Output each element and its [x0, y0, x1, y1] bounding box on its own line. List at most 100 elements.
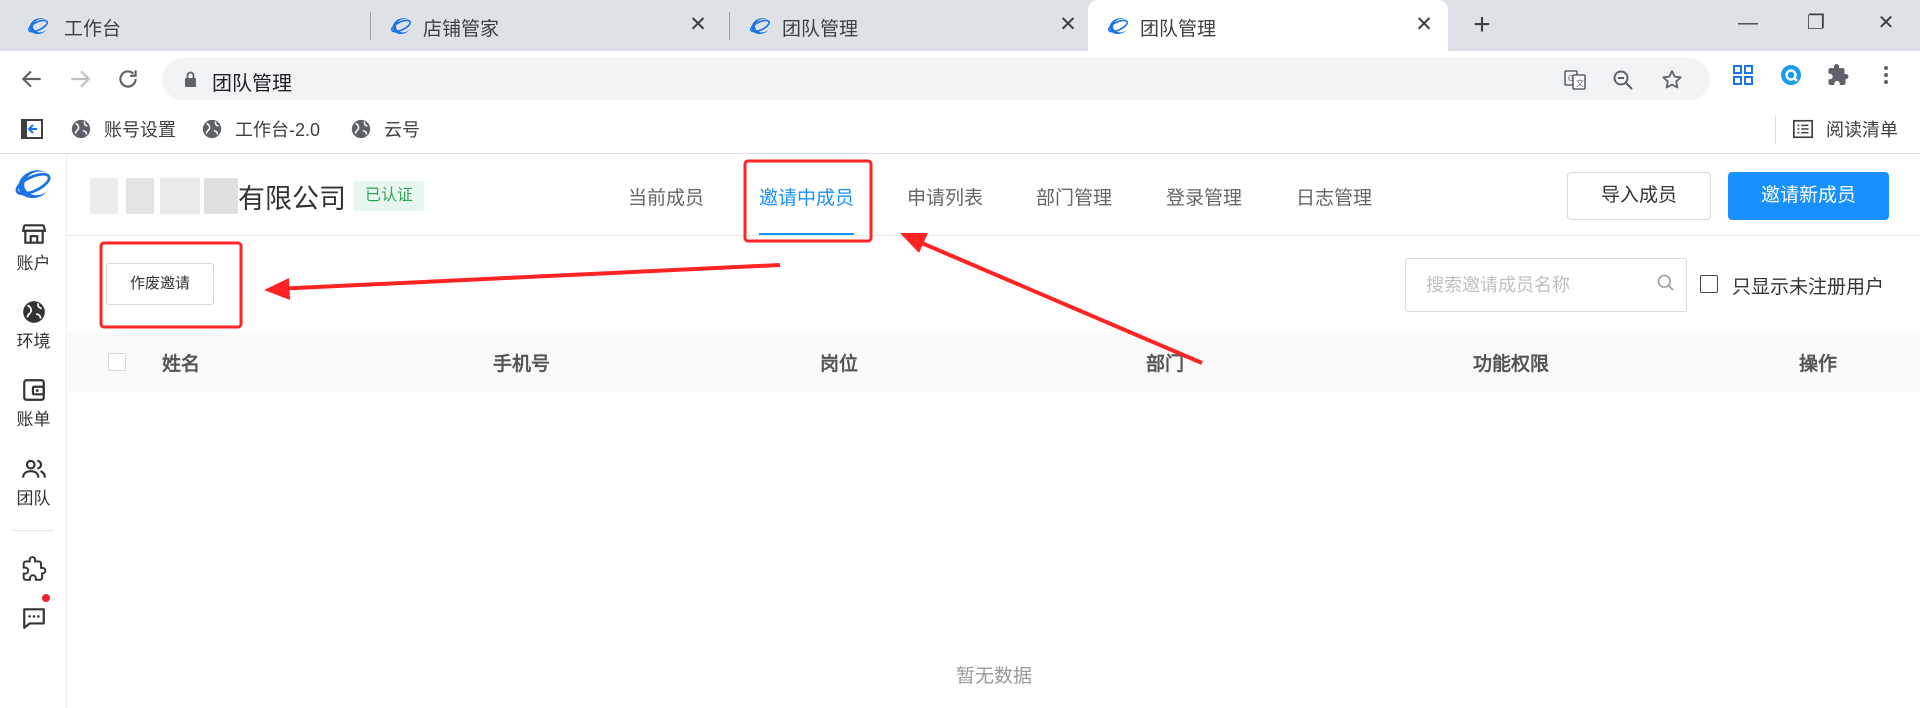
company-name: 有限公司 [238, 184, 346, 214]
arrow-left-icon [21, 70, 41, 88]
zoom-out-icon[interactable] [1610, 67, 1636, 93]
sidebar-plugin-button[interactable] [0, 556, 67, 582]
bookmark-label: 账号设置 [104, 120, 176, 140]
checkbox-label[interactable]: 只显示未注册用户 [1732, 272, 1884, 299]
app-sidebar: 账户 环境 账单 团队 [0, 155, 67, 708]
tab-current-members[interactable]: 当前成员 [628, 183, 704, 210]
close-icon[interactable]: ✕ [1056, 13, 1080, 37]
search-input[interactable] [1426, 272, 1646, 298]
arrow-right-icon [71, 70, 91, 88]
browser-tab[interactable]: 工作台 [0, 0, 368, 51]
tab-log-management[interactable]: 日志管理 [1296, 183, 1372, 210]
window-close-button[interactable]: ✕ [1868, 8, 1904, 38]
select-all-checkbox[interactable] [108, 353, 126, 371]
translate-icon[interactable]: G文 [1562, 67, 1588, 93]
address-bar[interactable]: 团队管理 G文 [162, 58, 1710, 100]
new-tab-button[interactable]: + [1468, 10, 1496, 40]
bookmark-item[interactable]: 云号 [350, 114, 420, 144]
svg-text:G: G [1568, 74, 1574, 83]
reading-list-label: 阅读清单 [1826, 120, 1898, 140]
invite-new-member-button[interactable]: 邀请新成员 [1728, 172, 1889, 220]
globe-icon [22, 301, 45, 323]
sidebar-message-button[interactable] [0, 605, 67, 631]
page-header: 有限公司 已认证 当前成员 邀请中成员 申请列表 部门管理 登录管理 日志管理 … [68, 155, 1920, 236]
bookmark-item[interactable]: 账号设置 [70, 114, 176, 144]
column-header: 姓名 [162, 354, 201, 375]
reading-list-icon [1793, 119, 1813, 139]
active-tab-indicator [759, 233, 854, 235]
app-logo-icon [27, 18, 49, 35]
grid-extension-icon[interactable] [1729, 63, 1757, 91]
lock-icon [185, 71, 196, 87]
column-header: 操作 [1799, 354, 1838, 375]
tab-title: 团队管理 [1140, 19, 1217, 40]
search-extension-icon[interactable] [1777, 63, 1805, 91]
void-invitation-button[interactable]: 作废邀请 [106, 263, 214, 305]
column-header: 岗位 [820, 354, 859, 375]
tab-application-list[interactable]: 申请列表 [907, 183, 983, 210]
sidebar-item-label: 账单 [16, 410, 51, 429]
globe-icon [202, 119, 222, 139]
app-logo-icon[interactable] [12, 163, 54, 205]
notification-dot [42, 594, 50, 602]
reading-list-button[interactable]: 阅读清单 [1792, 114, 1898, 144]
sidebar-item-billing[interactable]: 账单 [0, 377, 67, 430]
bookmark-star-icon[interactable] [1659, 67, 1685, 93]
store-icon [21, 224, 46, 244]
browser-tab[interactable]: 店铺管家 ✕ [371, 0, 720, 51]
redacted-name [126, 178, 154, 214]
close-icon[interactable]: ✕ [686, 13, 710, 37]
tab-title: 工作台 [64, 19, 122, 40]
tab-inviting-members[interactable]: 邀请中成员 [759, 183, 854, 210]
sidebar-item-label: 团队 [16, 489, 51, 508]
tab-title: 店铺管家 [423, 19, 500, 40]
more-menu-icon[interactable] [1872, 63, 1900, 91]
restore-button[interactable]: ❐ [1798, 8, 1834, 38]
bookmark-label: 云号 [384, 120, 420, 140]
browser-tab[interactable]: 团队管理 ✕ [730, 0, 1088, 51]
import-members-button[interactable]: 导入成员 [1567, 172, 1711, 220]
empty-state-text: 暂无数据 [956, 666, 1033, 687]
bookmarks-bar: 账号设置 工作台-2.0 云号 阅读清单 [0, 106, 1920, 154]
close-icon[interactable]: ✕ [1412, 13, 1436, 37]
back-button[interactable] [16, 63, 48, 95]
svg-text:文: 文 [1576, 78, 1584, 88]
column-header: 手机号 [493, 354, 551, 375]
unregistered-only-checkbox[interactable] [1700, 275, 1718, 293]
sidebar-divider [12, 530, 54, 531]
search-icon[interactable] [1656, 273, 1676, 293]
column-header: 功能权限 [1473, 354, 1550, 375]
forward-button[interactable] [64, 63, 96, 95]
sidebar-item-label: 账户 [16, 254, 51, 273]
table-header: 姓名 手机号 岗位 部门 功能权限 操作 [68, 332, 1920, 392]
search-field[interactable] [1405, 258, 1687, 312]
browser-tab-active[interactable]: 团队管理 ✕ [1088, 0, 1448, 51]
minimize-button[interactable]: — [1730, 8, 1766, 38]
wallet-icon [22, 379, 45, 401]
reload-button[interactable] [112, 63, 144, 95]
tab-title: 团队管理 [782, 19, 859, 40]
team-icon [21, 459, 46, 478]
app-logo-icon [749, 18, 771, 35]
sidebar-item-environment[interactable]: 环境 [0, 299, 67, 352]
sidebar-item-team[interactable]: 团队 [0, 456, 67, 509]
browser-toolbar: 团队管理 G文 [0, 51, 1920, 106]
sidebar-item-label: 环境 [16, 332, 51, 351]
verified-badge: 已认证 [354, 181, 425, 211]
sidebar-toggle-icon[interactable] [20, 114, 44, 144]
puzzle-icon[interactable] [1824, 63, 1852, 91]
tab-login-management[interactable]: 登录管理 [1166, 183, 1242, 210]
tab-department-management[interactable]: 部门管理 [1036, 183, 1112, 210]
address-text: 团队管理 [212, 73, 292, 95]
puzzle-icon [22, 556, 46, 581]
redacted-name [90, 178, 118, 214]
sidebar-item-account[interactable]: 账户 [0, 221, 67, 274]
reload-icon [119, 70, 137, 88]
redacted-name [160, 178, 200, 214]
bookmark-label: 工作台-2.0 [235, 120, 321, 140]
app-logo-icon [1107, 18, 1129, 35]
bookmark-divider [1775, 116, 1776, 144]
bookmark-item[interactable]: 工作台-2.0 [201, 114, 320, 144]
app-logo-icon [390, 18, 412, 35]
column-header: 部门 [1146, 354, 1185, 375]
